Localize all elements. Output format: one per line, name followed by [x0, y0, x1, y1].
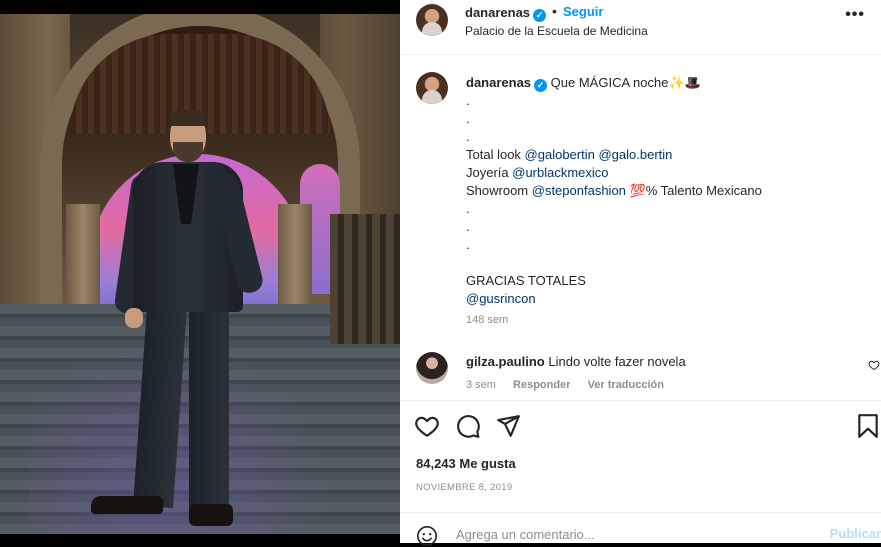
location-link[interactable]: Palacio de la Escuela de Medicina [465, 24, 648, 38]
heart-icon[interactable] [414, 413, 440, 439]
translate-button[interactable]: Ver traducción [588, 379, 664, 391]
comment-icon[interactable] [455, 413, 481, 439]
author-avatar[interactable] [416, 4, 448, 36]
caption-dot: . [466, 201, 470, 216]
comment-text-line: gilza.paulino Lindo volte fazer novela [466, 354, 686, 369]
caption-text: Showroom [466, 183, 532, 198]
verified-icon: ✓ [533, 9, 547, 22]
save-icon[interactable] [855, 413, 881, 439]
caption-author-username[interactable]: danarenas [466, 75, 531, 90]
person-beard [173, 142, 203, 162]
caption-thanks: GRACIAS TOTALES [466, 273, 586, 288]
person-hair [169, 110, 207, 126]
person-shoe [189, 504, 233, 526]
caption-text: 💯% Talento Mexicano [625, 183, 762, 198]
post-actions: 84,243 Me gusta NOVIEMBRE 8, 2019 [400, 400, 881, 510]
mention-link[interactable]: @galo.bertin [598, 147, 672, 162]
post-photo[interactable] [0, 14, 400, 534]
post-comment-button[interactable]: Publicar [830, 526, 881, 541]
person-hand [125, 308, 143, 328]
comment-meta: 3 sem Responder Ver traducción [466, 379, 678, 391]
commenter-avatar[interactable] [416, 352, 448, 384]
caption-thanks-mention-line: @gusrincon [466, 290, 866, 308]
caption-showroom-line: Showroom @steponfashion 💯% Talento Mexic… [466, 182, 866, 200]
likes-count[interactable]: 84,243 Me gusta [416, 456, 516, 471]
header-separator: • [552, 3, 557, 19]
emoji-icon[interactable] [416, 525, 438, 547]
caption-total-look-line: Total look @galobertin @galo.bertin [466, 146, 866, 164]
post-caption: danarenas ✓ Que MÁGICA noche✨🎩 . . . Tota… [400, 56, 881, 346]
caption-dot: . [466, 237, 470, 252]
author-username[interactable]: danarenas ✓ [465, 5, 547, 22]
photo-person [85, 110, 266, 532]
caption-body: danarenas ✓ Que MÁGICA noche✨🎩 . . . Tota… [466, 74, 866, 308]
caption-author-avatar[interactable] [416, 72, 448, 104]
mention-link[interactable]: @steponfashion [532, 183, 626, 198]
caption-text: Joyería [466, 165, 513, 180]
caption-dot: . [466, 129, 470, 144]
mention-link[interactable]: @urblackmexico [512, 165, 608, 180]
mention-link[interactable]: @gusrincon [466, 291, 536, 306]
post-date[interactable]: NOVIEMBRE 8, 2019 [416, 482, 512, 493]
comment-item: gilza.paulino Lindo volte fazer novela 3… [400, 346, 881, 400]
comment-timestamp[interactable]: 3 sem [466, 379, 496, 391]
post-modal: danarenas ✓ • Seguir Palacio de la Escuel… [0, 0, 881, 546]
caption-text: Que MÁGICA noche✨🎩 [550, 75, 701, 90]
author-username-text[interactable]: danarenas [465, 5, 530, 20]
mention-link[interactable]: @galobertin [525, 147, 595, 162]
person-shoe [91, 496, 163, 514]
comment-heart-icon[interactable] [868, 359, 880, 371]
more-icon[interactable]: ••• [845, 6, 865, 24]
person-leg [133, 305, 187, 509]
comment-text: Lindo volte fazer novela [548, 354, 686, 369]
reply-button[interactable]: Responder [513, 379, 570, 391]
follow-button[interactable]: Seguir [563, 4, 603, 19]
commenter-username[interactable]: gilza.paulino [466, 354, 545, 369]
person-leg [189, 307, 229, 512]
caption-timestamp[interactable]: 148 sem [466, 314, 508, 326]
photo-railing [330, 214, 400, 344]
caption-dot: . [466, 219, 470, 234]
caption-text: Total look [466, 147, 525, 162]
caption-dot: . [466, 93, 470, 108]
comment-input[interactable] [456, 522, 816, 546]
post-side-panel: danarenas ✓ • Seguir Palacio de la Escuel… [400, 0, 881, 546]
verified-icon: ✓ [534, 79, 548, 92]
post-header: danarenas ✓ • Seguir Palacio de la Escuel… [400, 0, 881, 55]
caption-joyeria-line: Joyería @urblackmexico [466, 164, 866, 182]
caption-first-line: danarenas ✓ Que MÁGICA noche✨🎩 [466, 74, 866, 92]
caption-dot: . [466, 111, 470, 126]
share-icon[interactable] [495, 413, 521, 439]
add-comment-bar: Publicar [400, 512, 881, 546]
